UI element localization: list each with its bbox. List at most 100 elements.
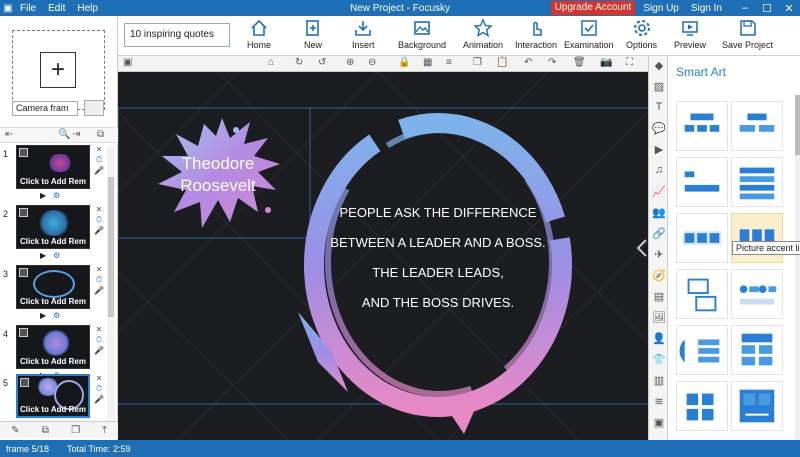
timer-icon[interactable]: ⏱ — [96, 335, 102, 345]
copy-icon[interactable]: ❐ — [473, 57, 482, 68]
zoom-in-icon[interactable]: ⊕ — [346, 57, 354, 68]
smart-art-icon[interactable]: ▤ — [652, 290, 666, 303]
home-view-icon[interactable]: ⌂ — [268, 57, 274, 68]
background-button[interactable]: Background — [398, 18, 446, 50]
examination-button[interactable]: Examination — [564, 18, 614, 50]
eye-icon[interactable] — [19, 208, 28, 217]
delete-icon[interactable]: ✕ — [96, 145, 103, 154]
image-icon[interactable]: ▨ — [652, 80, 666, 93]
layout-icon[interactable]: ▣ — [123, 57, 132, 68]
sign-in-link[interactable]: Sign In — [691, 3, 722, 14]
paste-icon[interactable]: 📋 — [496, 57, 508, 68]
mic-icon[interactable]: 🎤 — [94, 286, 104, 295]
smart-art-tile[interactable] — [731, 157, 783, 207]
play-icon[interactable]: ▶ — [40, 251, 46, 260]
mic-icon[interactable]: 🎤 — [94, 346, 104, 355]
interaction-button[interactable]: Interaction — [515, 18, 557, 50]
delete-icon[interactable]: ✕ — [96, 205, 103, 214]
save-project-button[interactable]: Save Project — [722, 18, 773, 50]
smart-art-scrollbar[interactable] — [795, 95, 800, 440]
smart-art-tile[interactable] — [676, 101, 728, 151]
collapse-left-icon[interactable]: ⇤ — [5, 129, 13, 140]
screenshot-icon[interactable]: 📷 — [600, 57, 612, 68]
gallery-icon[interactable]: 🖼 — [652, 311, 666, 324]
quote-line-3[interactable]: THE LEADER LEADS, — [372, 265, 504, 280]
comment-icon[interactable]: 💬 — [652, 122, 666, 135]
smart-art-tile[interactable] — [676, 381, 728, 431]
grid-icon[interactable]: ▦ — [423, 57, 432, 68]
plane-icon[interactable]: ✈ — [652, 248, 666, 261]
link-icon[interactable]: 🔗 — [652, 227, 666, 240]
frame-row-1[interactable]: 1 Click to Add Rem ▶ ⚙ ✕ ⏱ 🎤 — [0, 145, 112, 203]
upgrade-account-button[interactable]: Upgrade Account — [550, 1, 636, 15]
zoom-out-icon[interactable]: ⊖ — [368, 57, 376, 68]
menu-edit[interactable]: Edit — [48, 3, 65, 14]
timer-icon[interactable]: ⏱ — [96, 215, 102, 225]
slide-canvas[interactable]: Theodore Roosevelt PEOPLE ASK THE DIFFER… — [118, 72, 648, 440]
preview-button[interactable]: Preview — [674, 18, 706, 50]
smart-art-tile[interactable] — [731, 325, 783, 375]
chart-icon[interactable]: 📈 — [652, 185, 666, 198]
delete-icon[interactable]: ✕ — [96, 265, 103, 274]
copy-frame-icon[interactable]: ❐ — [71, 425, 80, 436]
frame-thumbnail[interactable]: Click to Add Rem — [16, 265, 90, 309]
shape-icon[interactable]: ◆ — [652, 59, 666, 72]
zoom-icon[interactable]: 🔍 — [58, 129, 70, 140]
delete-icon[interactable]: ✕ — [96, 374, 103, 383]
camera-frame-select[interactable]: Camera fram — [12, 101, 78, 116]
widget-icon[interactable]: ▣ — [652, 416, 666, 429]
smart-art-tile[interactable] — [731, 269, 783, 319]
eye-icon[interactable] — [20, 378, 29, 387]
mic-icon[interactable]: 🎤 — [94, 166, 104, 175]
smart-art-tile-picture-accent-list[interactable] — [731, 213, 783, 263]
sign-up-link[interactable]: Sign Up — [643, 3, 679, 14]
gear-icon[interactable]: ⚙ — [53, 191, 60, 200]
timer-icon[interactable]: ⏱ — [96, 275, 102, 285]
roles-icon[interactable]: 👤 — [652, 332, 666, 345]
eye-icon[interactable] — [19, 148, 28, 157]
delete-icon[interactable]: ✕ — [96, 325, 103, 334]
animation-button[interactable]: Animation — [463, 18, 503, 50]
frame-thumbnail-selected[interactable]: Click to Add Rem — [16, 374, 90, 418]
options-button[interactable]: Options — [626, 18, 657, 50]
menu-help[interactable]: Help — [77, 3, 98, 14]
insert-button[interactable]: Insert — [352, 18, 375, 50]
undo-icon[interactable]: ↶ — [524, 57, 532, 68]
rotate-right-icon[interactable]: ↻ — [295, 57, 303, 68]
play-icon[interactable]: ▶ — [40, 311, 46, 320]
smart-art-tile[interactable] — [676, 213, 728, 263]
timer-icon[interactable]: ⏱ — [96, 384, 102, 394]
text-icon[interactable]: T — [652, 101, 666, 113]
smart-art-tile[interactable] — [731, 381, 783, 431]
delete-icon[interactable]: 🗑 — [573, 57, 586, 68]
music-icon[interactable]: ♫ — [652, 164, 666, 176]
frame-row-2[interactable]: 2 Click to Add Rem ▶ ⚙ ✕ ⏱ 🎤 — [0, 205, 112, 263]
quote-line-2[interactable]: BETWEEN A LEADER AND A BOSS. — [330, 235, 545, 250]
frame-thumbnail[interactable]: Click to Add Rem — [16, 145, 90, 189]
project-name-input[interactable]: 10 inspiring quotes — [124, 23, 230, 47]
speaker-name-line2[interactable]: Roosevelt — [180, 176, 256, 195]
mic-icon[interactable]: 🎤 — [94, 395, 104, 404]
frame-options-icon[interactable]: ⧉ — [97, 129, 104, 140]
new-button[interactable]: New — [303, 18, 323, 50]
eye-icon[interactable] — [19, 268, 28, 277]
smart-art-tile[interactable] — [676, 157, 728, 207]
expand-right-icon[interactable]: ⇥ — [72, 129, 80, 140]
smart-art-tile[interactable] — [676, 325, 728, 375]
layers-icon[interactable]: ≋ — [652, 395, 666, 408]
quote-line-1[interactable]: PEOPLE ASK THE DIFFERENCE — [340, 205, 537, 220]
compass-icon[interactable]: 🧭 — [652, 269, 666, 282]
layout-icon[interactable]: ▥ — [652, 374, 666, 387]
menu-file[interactable]: File — [20, 3, 36, 14]
align-icon[interactable]: ≡ — [446, 57, 452, 68]
close-icon[interactable]: ✕ — [778, 2, 800, 15]
people-icon[interactable]: 👥 — [652, 206, 666, 219]
edit-icon[interactable]: ✎ — [11, 425, 19, 436]
frame-row-3[interactable]: 3 Click to Add Rem ▶ ⚙ ✕ ⏱ 🎤 — [0, 265, 112, 323]
lock-icon[interactable]: 🔒 — [398, 57, 410, 68]
play-icon[interactable]: ▶ — [40, 191, 46, 200]
speaker-name-line1[interactable]: Theodore — [182, 154, 255, 173]
add-frame-box[interactable]: + — [12, 30, 105, 110]
minimize-icon[interactable]: – — [734, 2, 756, 14]
move-top-icon[interactable]: ⤒ — [102, 425, 106, 436]
